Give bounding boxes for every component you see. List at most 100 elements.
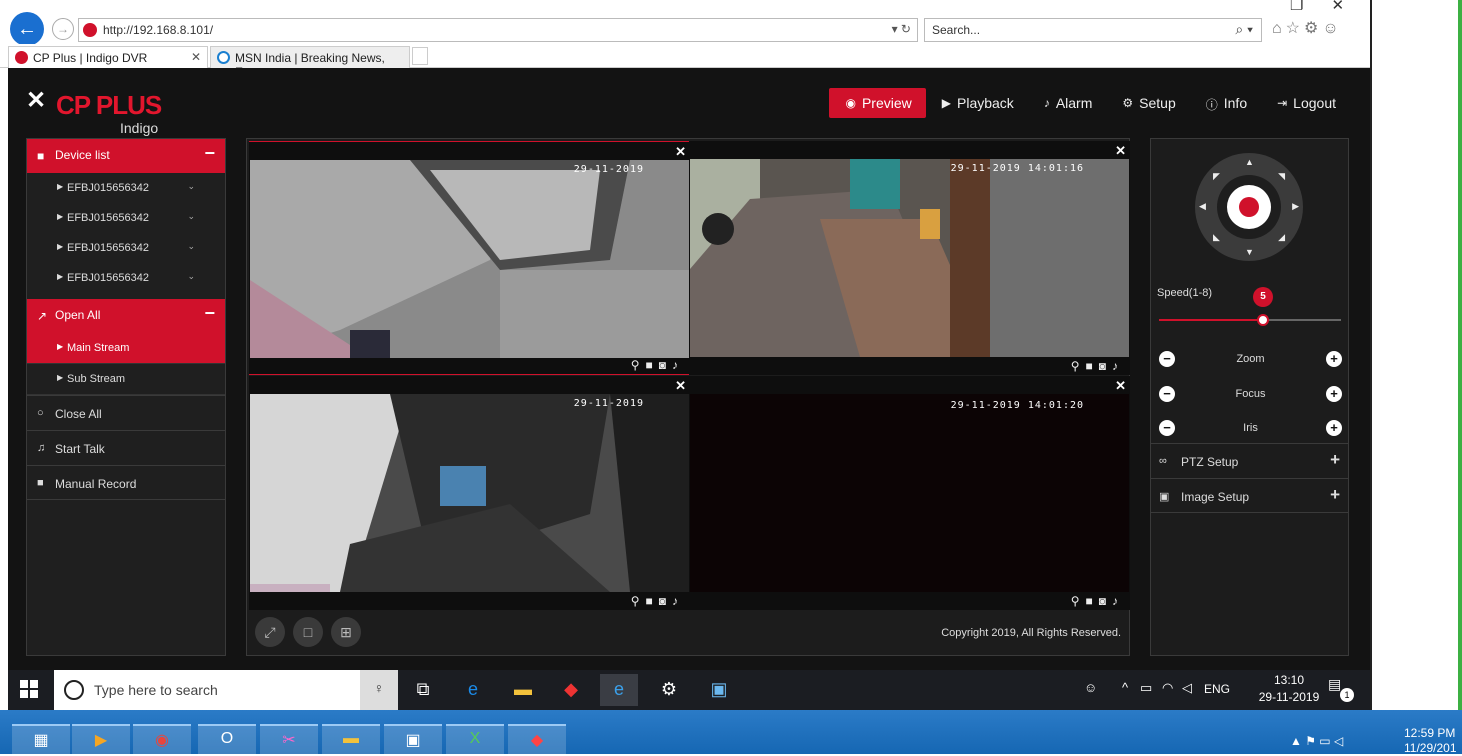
battery-icon[interactable]: ▭ [1140, 680, 1152, 696]
main-stream-item[interactable]: ▶ Main Stream [27, 333, 225, 364]
tab-msn[interactable]: MSN India | Breaking News, En... [210, 46, 410, 79]
arrow-up-icon[interactable]: ▲ [1245, 157, 1254, 167]
device-item[interactable]: ▶ EFBJ015656342 ⌄ [27, 173, 225, 203]
video-cell-4[interactable]: ✕ 29-11-2019 14:01:20 ⚲■◙♪ [689, 376, 1130, 610]
host-chrome-icon[interactable]: ◉ [133, 724, 191, 754]
tab-cp-plus[interactable]: CP Plus | Indigo DVR ✕ [8, 46, 208, 68]
arrow-right-icon[interactable]: ▶ [1292, 201, 1299, 212]
arrow-down-left-icon[interactable]: ◣ [1213, 232, 1220, 243]
single-view-icon[interactable]: □ [293, 617, 323, 647]
forward-button[interactable]: → [52, 18, 74, 40]
browser-action-icons[interactable]: ⌂☆⚙☺ [1272, 18, 1343, 38]
zoom-plus-button[interactable]: + [1326, 351, 1342, 367]
expand-icon[interactable]: + [1330, 450, 1340, 470]
cell-tools[interactable]: ⚲■◙♪ [631, 358, 684, 372]
address-bar[interactable]: http://192.168.8.101/ ▾ ↻ [78, 18, 918, 42]
close-icon[interactable]: ✕ [1115, 143, 1126, 159]
device-list-header[interactable]: ■ Device list − [27, 139, 225, 173]
collapse-icon[interactable]: − [204, 143, 215, 164]
close-all-button[interactable]: ○ Close All [27, 395, 225, 430]
file-explorer-icon[interactable]: ▬ [504, 674, 542, 706]
host-window-icon[interactable]: ▣ [384, 724, 442, 754]
speed-slider-knob[interactable] [1257, 314, 1269, 326]
video-cell-3[interactable]: ✕ 29-11-2019 ⚲■◙♪ [249, 376, 690, 610]
host-excel-icon[interactable]: X [446, 724, 504, 754]
focus-plus-button[interactable]: + [1326, 386, 1342, 402]
arrow-left-icon[interactable]: ◀ [1199, 201, 1206, 212]
host-clock[interactable]: 12:59 PM 11/29/201 [1404, 726, 1457, 756]
open-all-header[interactable]: ↗ Open All − [27, 299, 225, 333]
device-item[interactable]: ▶ EFBJ015656342 ⌄ [27, 233, 225, 263]
close-icon[interactable]: ✕ [675, 378, 686, 394]
search-icon[interactable]: ⌕ ▾ [1235, 21, 1253, 38]
task-view-icon[interactable]: ⧉ [404, 674, 442, 706]
chevron-down-icon[interactable]: ⌄ [187, 271, 195, 282]
host-tray-icons[interactable]: ▲ ⚑ ▭ ◁ [1290, 734, 1343, 748]
window-controls[interactable]: ❐✕ [1290, 0, 1372, 14]
anydesk-icon[interactable]: ◆ [552, 674, 590, 706]
language-indicator[interactable]: ENG [1204, 682, 1230, 696]
nav-info[interactable]: ⓘ Info [1190, 88, 1261, 118]
refresh-icon[interactable]: ▾ ↻ [892, 22, 911, 36]
video-cell-1[interactable]: ✕ 29-11-2019 ⚲■◙♪ [249, 141, 690, 375]
new-tab-button[interactable] [412, 47, 428, 65]
close-tab-icon[interactable]: ✕ [191, 50, 201, 64]
host-outlook-icon[interactable]: O [198, 724, 256, 754]
microphone-icon[interactable]: ♀ [360, 670, 398, 710]
collapse-icon[interactable]: − [204, 303, 215, 324]
host-vlc-icon[interactable]: ▶ [72, 724, 130, 754]
arrow-down-icon[interactable]: ▼ [1245, 247, 1254, 257]
ptz-joystick[interactable]: ▲ ▼ ◀ ▶ ◤ ◥ ◣ ◢ [1195, 153, 1303, 261]
ptz-setup-row[interactable]: ∞ PTZ Setup + [1151, 443, 1348, 478]
arrow-up-right-icon[interactable]: ◥ [1278, 171, 1285, 182]
start-talk-button[interactable]: ♫ Start Talk [27, 430, 225, 465]
browser-tabs: CP Plus | Indigo DVR ✕ MSN India | Break… [0, 44, 1370, 79]
edge-icon[interactable]: e [454, 674, 492, 706]
start-talk-label: Start Talk [55, 442, 105, 456]
nav-playback[interactable]: ▶ Playback [926, 88, 1028, 118]
manual-record-button[interactable]: ■ Manual Record [27, 465, 225, 500]
taskbar-clock[interactable]: 13:10 29-11-2019 [1254, 672, 1324, 706]
host-folder-icon[interactable]: ▬ [322, 724, 380, 754]
close-icon[interactable]: ✕ [1115, 378, 1126, 394]
device-item[interactable]: ▶ EFBJ015656342 ⌄ [27, 263, 225, 293]
fullscreen-icon[interactable]: ⤢ [255, 617, 285, 647]
nav-alarm[interactable]: ♪ Alarm [1028, 88, 1107, 118]
sub-stream-item[interactable]: ▶ Sub Stream [27, 364, 225, 395]
cell-tools[interactable]: ⚲■◙♪ [1071, 594, 1124, 608]
external-link-icon: ↗ [37, 309, 48, 323]
arrow-down-right-icon[interactable]: ◢ [1278, 232, 1285, 243]
cell-tools[interactable]: ⚲■◙♪ [1071, 359, 1124, 373]
volume-icon[interactable]: ◁ [1182, 680, 1192, 696]
wifi-icon[interactable]: ◠ [1162, 680, 1173, 696]
iris-plus-button[interactable]: + [1326, 420, 1342, 436]
remote-desktop-icon[interactable]: ▣ [700, 674, 738, 706]
chevron-down-icon[interactable]: ⌄ [187, 181, 195, 192]
video-cell-2[interactable]: ✕ 29-11-2019 14:01:16 ⚲■◙♪ [689, 141, 1130, 375]
cell-tools[interactable]: ⚲■◙♪ [631, 594, 684, 608]
notification-icon[interactable]: ▤ 1 [1328, 676, 1354, 702]
settings-icon[interactable]: ⚙ [650, 674, 688, 706]
windows-start-icon[interactable] [20, 680, 38, 698]
nav-preview[interactable]: ◉ Preview [829, 88, 926, 118]
image-setup-row[interactable]: ▣ Image Setup + [1151, 478, 1348, 513]
quad-view-icon[interactable]: ⊞ [331, 617, 361, 647]
nav-setup[interactable]: ⚙ Setup [1106, 88, 1189, 118]
people-icon[interactable]: ☺ [1084, 680, 1097, 695]
arrow-up-left-icon[interactable]: ◤ [1213, 171, 1220, 182]
back-button[interactable]: ← [10, 12, 44, 46]
browser-search-input[interactable]: Search... ⌕ ▾ [924, 18, 1262, 42]
chevron-up-icon[interactable]: ^ [1122, 680, 1128, 695]
close-icon[interactable]: ✕ [675, 144, 686, 160]
chevron-down-icon[interactable]: ⌄ [187, 241, 195, 252]
host-anydesk-icon[interactable]: ◆ [508, 724, 566, 754]
chevron-down-icon[interactable]: ⌄ [187, 211, 195, 222]
speed-slider[interactable] [1159, 314, 1341, 326]
device-item[interactable]: ▶ EFBJ015656342 ⌄ [27, 203, 225, 233]
taskbar-search-input[interactable]: Type here to search ♀ [54, 670, 398, 710]
expand-icon[interactable]: + [1330, 485, 1340, 505]
internet-explorer-icon[interactable]: e [600, 674, 638, 706]
host-explorer-icon[interactable]: ▦ [12, 724, 70, 754]
host-snipping-icon[interactable]: ✂ [260, 724, 318, 754]
nav-logout[interactable]: ⇥ Logout [1261, 88, 1350, 118]
